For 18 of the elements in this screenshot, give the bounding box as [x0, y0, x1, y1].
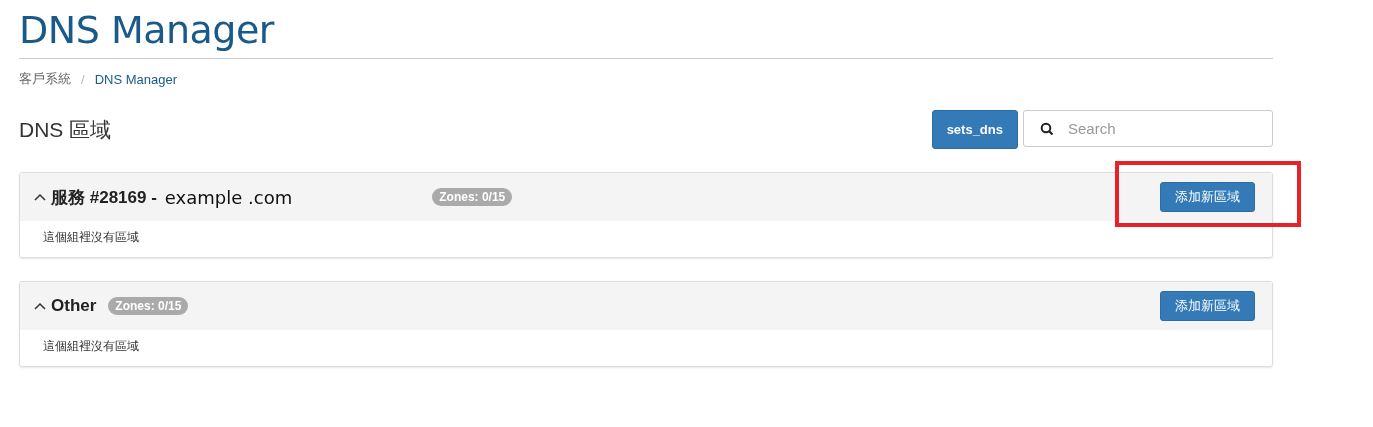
- breadcrumb-link[interactable]: DNS Manager: [94, 71, 177, 87]
- empty-message: 這個組裡沒有區域: [42, 338, 140, 355]
- empty-message: 這個組裡沒有區域: [42, 229, 140, 246]
- add-zone-button[interactable]: 添加新區域: [1160, 291, 1255, 321]
- zones-badge: Zones: 0/15: [432, 188, 513, 206]
- search-field[interactable]: Search: [1023, 110, 1273, 147]
- caret-up-icon[interactable]: [34, 302, 46, 310]
- breadcrumb-separator: /: [81, 71, 85, 87]
- breadcrumb-link[interactable]: 客戶系統: [19, 70, 71, 88]
- group-title: Other: [51, 296, 97, 316]
- group-title: 服務 #28169 -: [51, 186, 157, 209]
- domain-name: example .com: [164, 186, 293, 208]
- caret-up-icon[interactable]: [34, 193, 46, 201]
- zones-badge: Zones: 0/15: [108, 297, 189, 315]
- page-title: DNS Manager: [19, 7, 276, 54]
- sets-dns-button[interactable]: sets_dns: [931, 110, 1018, 149]
- add-zone-button[interactable]: 添加新區域: [1160, 182, 1255, 212]
- section-title: DNS 區域: [19, 116, 112, 143]
